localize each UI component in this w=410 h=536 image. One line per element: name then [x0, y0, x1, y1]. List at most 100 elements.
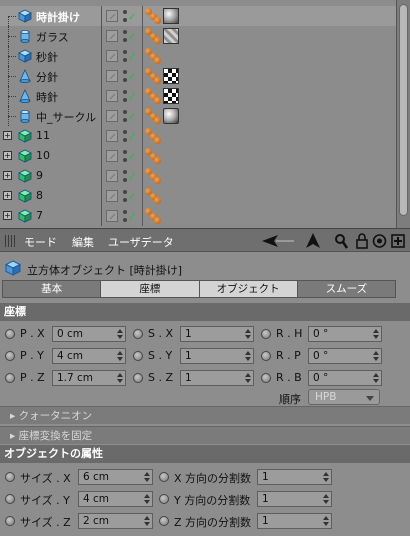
expand-icon[interactable]: +: [3, 211, 12, 220]
xpresso-tag-icon[interactable]: [145, 108, 161, 124]
layer-icon[interactable]: [106, 110, 118, 122]
size-x-stepper-icon[interactable]: [144, 471, 150, 483]
enabled-check-icon[interactable]: ✓: [128, 92, 136, 103]
size-y-stepper-icon[interactable]: [144, 493, 150, 505]
object-row[interactable]: + 8 ✓: [0, 186, 396, 206]
rh-stepper-icon[interactable]: [373, 328, 379, 340]
layer-icon[interactable]: [106, 150, 118, 162]
rb-stepper-icon[interactable]: [373, 372, 379, 384]
object-row[interactable]: 分針 ✓: [0, 66, 396, 86]
object-name[interactable]: 中_サークル: [36, 109, 96, 125]
object-row[interactable]: 秒針 ✓: [0, 46, 396, 66]
tab-basic[interactable]: 基本: [3, 281, 102, 297]
size-x-animate-radio[interactable]: [5, 472, 15, 482]
object-list-scrollbar[interactable]: [396, 0, 410, 228]
rp-field[interactable]: 0 °: [308, 348, 382, 364]
coords-section-header[interactable]: 座標: [0, 303, 410, 321]
sx-animate-radio[interactable]: [133, 329, 143, 339]
object-name[interactable]: 時針: [36, 89, 58, 105]
size-y-animate-radio[interactable]: [5, 494, 15, 504]
sz-field[interactable]: 1: [180, 370, 254, 386]
freeze-transform-group[interactable]: ▸ 座標変換を固定: [0, 426, 410, 444]
expand-icon[interactable]: +: [3, 171, 12, 180]
target-icon[interactable]: [372, 233, 387, 249]
tab-smooth[interactable]: スムーズ: [297, 281, 395, 297]
xpresso-tag-icon[interactable]: [145, 148, 161, 164]
layer-icon[interactable]: [106, 70, 118, 82]
xpresso-tag-icon[interactable]: [145, 68, 161, 84]
pz-field[interactable]: 1.7 cm: [52, 370, 126, 386]
xpresso-tag-icon[interactable]: [145, 128, 161, 144]
object-name[interactable]: 秒針: [36, 49, 58, 65]
size-x-field[interactable]: 6 cm: [78, 469, 153, 485]
enabled-check-icon[interactable]: ✓: [128, 72, 136, 83]
object-name[interactable]: 10: [36, 149, 50, 162]
rh-field[interactable]: 0 °: [308, 326, 382, 342]
seg-x-animate-radio[interactable]: [159, 472, 169, 482]
object-name[interactable]: ガラス: [36, 29, 69, 45]
search-icon[interactable]: [334, 233, 348, 249]
layer-icon[interactable]: [106, 90, 118, 102]
layer-icon[interactable]: [106, 10, 118, 22]
seg-y-stepper-icon[interactable]: [323, 493, 329, 505]
xpresso-tag-icon[interactable]: [145, 208, 161, 224]
sz-animate-radio[interactable]: [133, 373, 143, 383]
expand-icon[interactable]: +: [3, 131, 12, 140]
size-y-field[interactable]: 4 cm: [78, 491, 153, 507]
rp-animate-radio[interactable]: [261, 351, 271, 361]
xpresso-tag-icon[interactable]: [145, 8, 161, 24]
sphere-material-tag-icon[interactable]: [163, 108, 179, 124]
menu-edit[interactable]: 編集: [72, 234, 94, 250]
order-select[interactable]: HPB: [308, 389, 380, 405]
py-field[interactable]: 4 cm: [52, 348, 126, 364]
layer-icon[interactable]: [106, 210, 118, 222]
object-row[interactable]: ガラス ✓: [0, 26, 396, 46]
sy-field[interactable]: 1: [180, 348, 254, 364]
scrollbar-thumb[interactable]: [399, 4, 408, 216]
object-row[interactable]: + 7 ✓: [0, 206, 396, 226]
layer-icon[interactable]: [106, 30, 118, 42]
object-name[interactable]: 7: [36, 209, 43, 222]
pz-animate-radio[interactable]: [5, 373, 15, 383]
tab-coordinates[interactable]: 座標: [101, 281, 200, 297]
size-z-field[interactable]: 2 cm: [78, 513, 153, 529]
checker-material-tag-icon[interactable]: [163, 88, 179, 104]
xpresso-tag-icon[interactable]: [145, 188, 161, 204]
sy-animate-radio[interactable]: [133, 351, 143, 361]
object-row[interactable]: 時計掛け ✓: [0, 6, 396, 26]
checker-material-tag-icon[interactable]: [163, 68, 179, 84]
enabled-check-icon[interactable]: ✓: [128, 212, 136, 223]
enabled-check-icon[interactable]: ✓: [128, 192, 136, 203]
size-z-animate-radio[interactable]: [5, 516, 15, 526]
sz-stepper-icon[interactable]: [245, 372, 251, 384]
expand-icon[interactable]: +: [3, 191, 12, 200]
object-row[interactable]: 時針 ✓: [0, 86, 396, 106]
sx-field[interactable]: 1: [180, 326, 254, 342]
rb-animate-radio[interactable]: [261, 373, 271, 383]
enabled-check-icon[interactable]: ✓: [128, 52, 136, 63]
object-name[interactable]: 9: [36, 169, 43, 182]
sx-stepper-icon[interactable]: [245, 328, 251, 340]
object-name[interactable]: 11: [36, 129, 50, 142]
layer-icon[interactable]: [106, 190, 118, 202]
up-arrow-icon[interactable]: [306, 233, 320, 249]
layer-icon[interactable]: [106, 130, 118, 142]
object-name[interactable]: 8: [36, 189, 43, 202]
tab-object[interactable]: オブジェクト: [199, 281, 298, 297]
seg-y-field[interactable]: 1: [257, 491, 332, 507]
object-name[interactable]: 時計掛け: [36, 9, 80, 25]
seg-x-stepper-icon[interactable]: [323, 471, 329, 483]
px-stepper-icon[interactable]: [117, 328, 123, 340]
xpresso-tag-icon[interactable]: [145, 168, 161, 184]
xpresso-tag-icon[interactable]: [145, 28, 161, 44]
seg-z-animate-radio[interactable]: [159, 516, 169, 526]
menu-mode[interactable]: モード: [24, 234, 57, 250]
py-animate-radio[interactable]: [5, 351, 15, 361]
object-name[interactable]: 分針: [36, 69, 58, 85]
size-z-stepper-icon[interactable]: [144, 515, 150, 527]
px-field[interactable]: 0 cm: [52, 326, 126, 342]
object-row[interactable]: 中_サークル ✓: [0, 106, 396, 126]
seg-z-stepper-icon[interactable]: [323, 515, 329, 527]
enabled-check-icon[interactable]: ✓: [128, 32, 136, 43]
object-properties-header[interactable]: オブジェクトの属性: [0, 445, 410, 463]
